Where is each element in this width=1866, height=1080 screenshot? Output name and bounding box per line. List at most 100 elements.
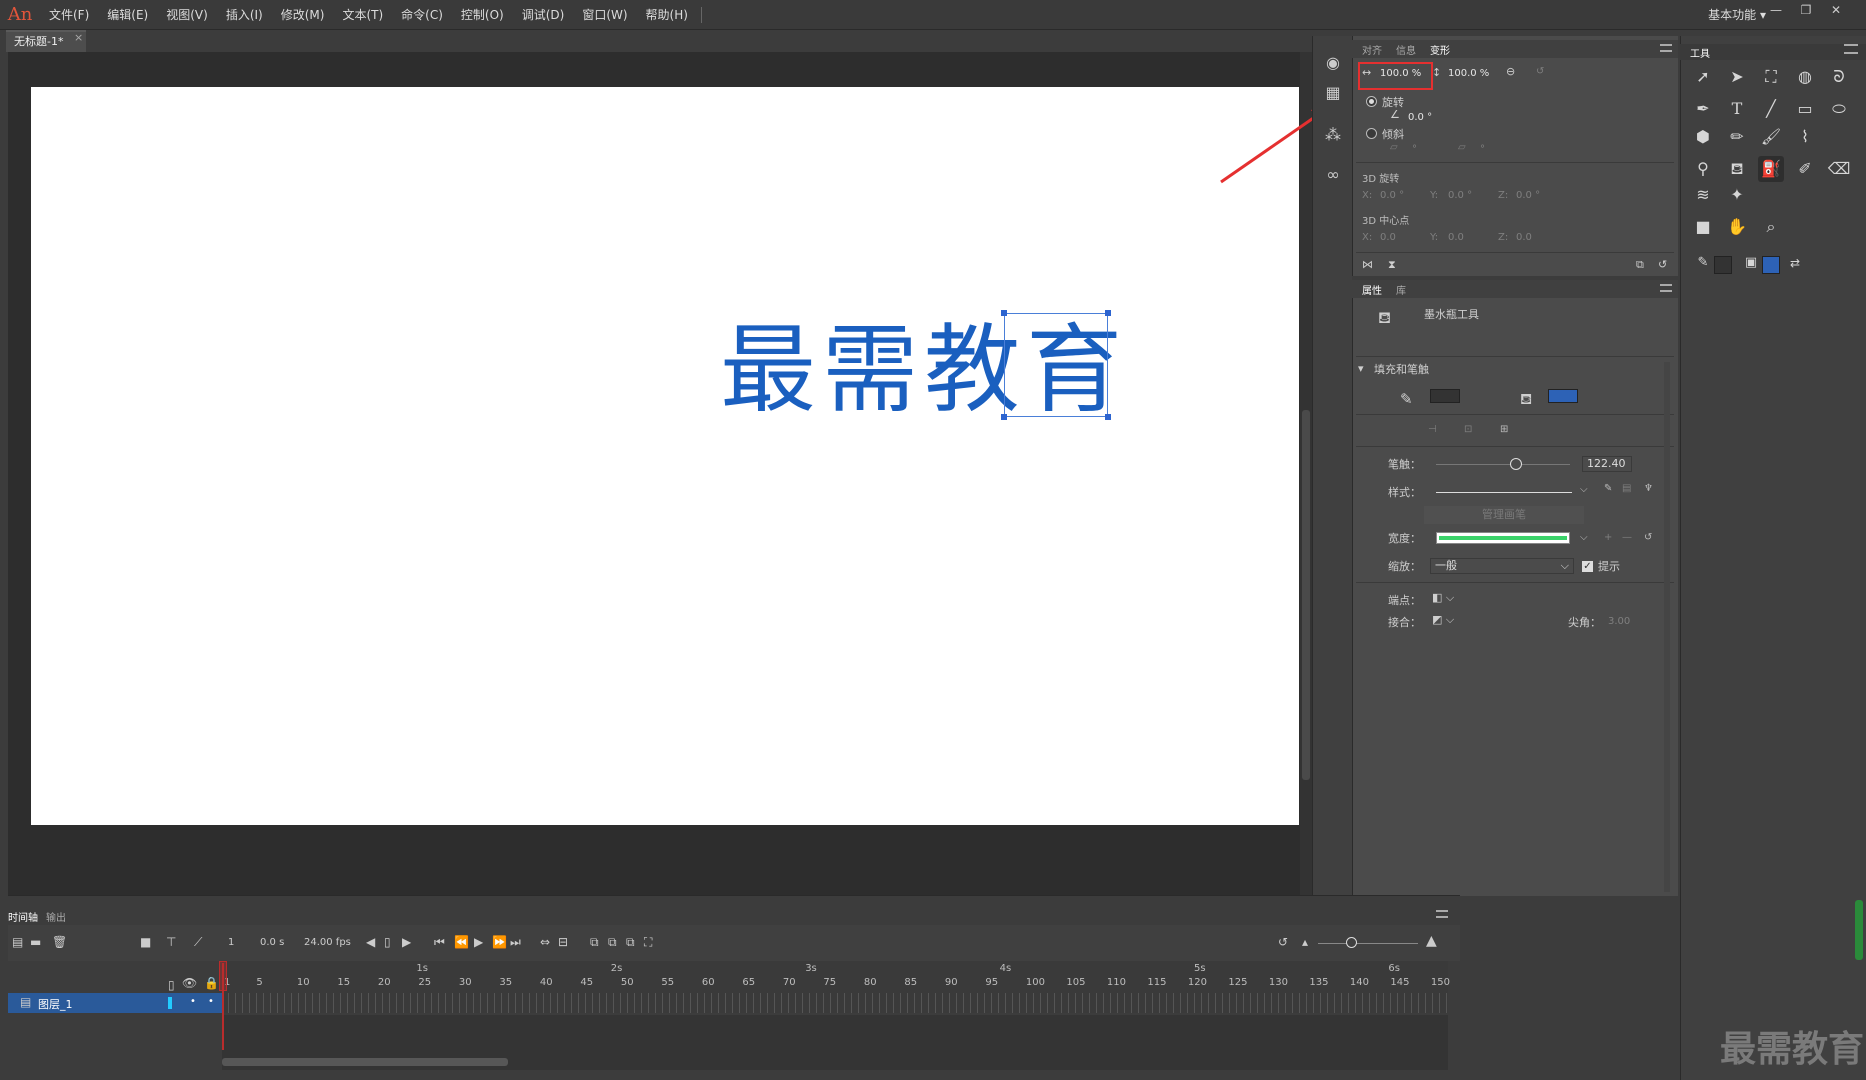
menu-insert[interactable]: 插入(I) (217, 0, 272, 30)
menu-commands[interactable]: 命令(C) (392, 0, 452, 30)
skew-x-value[interactable]: ° (1412, 144, 1417, 155)
layer-name[interactable]: 图层_1 (38, 996, 73, 1012)
selection-handle[interactable] (1105, 414, 1111, 420)
stroke-color-swatch[interactable] (1430, 389, 1460, 403)
reset-zoom-icon[interactable]: ↺ (1278, 935, 1288, 949)
motion-presets-icon[interactable]: ⁂ (1322, 124, 1344, 146)
hand-tool-icon[interactable]: ✋ (1724, 214, 1750, 240)
stage-scroll-thumb[interactable] (1302, 410, 1310, 780)
duplicate-transform-icon[interactable]: ⧉ (1636, 258, 1644, 272)
swatches-panel-icon[interactable]: ▦ (1322, 82, 1344, 104)
onion-markers-icon[interactable]: ⛶ (644, 935, 652, 950)
cap-style-icon[interactable]: ◧ ⌵ (1432, 591, 1454, 605)
prev-frame-icon[interactable]: ⏪ (454, 935, 469, 949)
tab-timeline[interactable]: 时间轴 (8, 909, 38, 924)
polystar-tool-icon[interactable]: ⬢ (1690, 124, 1716, 150)
center-frame-icon[interactable]: ⊟ (558, 935, 568, 949)
selection-handle[interactable] (1001, 310, 1007, 316)
height-scale-field[interactable]: 100.0 % (1448, 68, 1489, 79)
menu-help[interactable]: 帮助(H) (637, 0, 697, 30)
rotate-radio[interactable] (1366, 96, 1377, 107)
menu-text[interactable]: 文本(T) (333, 0, 392, 30)
zoom-out-icon[interactable]: ▴ (1302, 935, 1308, 949)
ink-bottle-tool-icon[interactable]: ⛽ (1758, 156, 1784, 182)
fill-color-swatch[interactable] (1548, 389, 1578, 403)
eraser-tool-icon[interactable]: ⌫ (1826, 156, 1852, 182)
menu-view[interactable]: 视图(V) (157, 0, 217, 30)
layer-visibility-dot[interactable]: • (190, 996, 196, 1007)
menu-modify[interactable]: 修改(M) (272, 0, 334, 30)
layer-color-marker[interactable] (168, 997, 172, 1009)
loop-icon[interactable]: ⇔ (540, 935, 550, 949)
selection-handle[interactable] (1105, 310, 1111, 316)
flip-vertical-icon[interactable]: ⧗ (1388, 258, 1396, 272)
menu-window[interactable]: 窗口(W) (573, 0, 636, 30)
close-tab-icon[interactable]: × (74, 31, 83, 44)
camera-tool-icon[interactable]: ■ (1690, 214, 1716, 240)
paint-brush-tool-icon[interactable]: 🖌 (1758, 124, 1784, 150)
swap-colors-icon[interactable]: ⇄ (1782, 250, 1808, 276)
frame-rate[interactable]: 24.00 fps (304, 937, 351, 948)
timeline-scrollbar[interactable] (222, 1058, 508, 1066)
subselection-tool-icon[interactable]: ➤ (1724, 64, 1750, 90)
minimize-icon[interactable]: — (1762, 0, 1790, 22)
highlight-layer-icon[interactable]: ▯ (168, 978, 175, 992)
center3d-y[interactable]: 0.0 (1448, 232, 1464, 243)
center3d-z[interactable]: 0.0 (1516, 232, 1532, 243)
panel-menu-icon[interactable] (1436, 910, 1448, 918)
brush-tool-icon[interactable]: ⌇ (1792, 124, 1818, 150)
miter-value[interactable]: 3.00 (1608, 616, 1630, 627)
layer-parenting-icon[interactable]: ⊤ (166, 935, 176, 949)
new-folder-icon[interactable]: ▬ (30, 935, 41, 949)
lock-icon[interactable]: 🔒 (204, 976, 219, 990)
menu-file[interactable]: 文件(F) (40, 0, 98, 30)
tab-library[interactable]: 库 (1396, 282, 1406, 297)
step-back-icon[interactable]: ◀ (366, 935, 375, 949)
tool-fill-swatch[interactable] (1762, 256, 1780, 274)
tab-transform[interactable]: 变形 (1430, 42, 1450, 57)
3d-rotation-tool-icon[interactable]: ◍ (1792, 64, 1818, 90)
remove-width-icon[interactable]: — (1622, 532, 1632, 543)
stroke-width-input[interactable]: 122.40 (1582, 456, 1632, 472)
stage-canvas[interactable] (31, 87, 1299, 825)
stroke-slider-track[interactable] (1436, 464, 1570, 465)
timeline-zoom-thumb[interactable] (1346, 937, 1357, 948)
new-layer-icon[interactable]: ▤ (12, 935, 23, 949)
panel-menu-icon[interactable] (1660, 44, 1672, 52)
rotate-value[interactable]: 0.0 ° (1408, 112, 1432, 123)
tab-output[interactable]: 输出 (46, 909, 66, 924)
play-icon[interactable]: ▶ (474, 935, 483, 949)
playhead[interactable] (222, 963, 224, 1050)
layer-lock-dot[interactable]: • (208, 996, 214, 1007)
skew-y-value[interactable]: ° (1480, 144, 1485, 155)
workspace-switcher[interactable]: 基本功能 ▾ (1708, 0, 1766, 30)
menu-edit[interactable]: 编辑(E) (98, 0, 157, 30)
bone-tool-icon[interactable]: ⚲ (1690, 156, 1716, 182)
next-frame-icon[interactable]: ⏩ (492, 935, 507, 949)
edit-multiple-icon[interactable]: ⧉ (626, 935, 635, 950)
color-panel-icon[interactable]: ◉ (1322, 52, 1344, 74)
last-frame-icon[interactable]: ⏭ (510, 935, 521, 950)
elapsed-time[interactable]: 0.0 s (260, 937, 284, 948)
selection-box[interactable] (1004, 313, 1108, 417)
step-forward-icon[interactable]: ▶ (402, 935, 411, 949)
scale-select[interactable]: 一般 ⌵ (1430, 558, 1574, 574)
rotate3d-z[interactable]: 0.0 ° (1516, 190, 1540, 201)
oval-tool-icon[interactable]: ⬭ (1826, 96, 1852, 122)
close-window-icon[interactable]: ✕ (1822, 0, 1850, 22)
manage-brush-button[interactable]: 管理画笔 (1424, 506, 1584, 524)
add-width-icon[interactable]: + (1604, 532, 1612, 543)
tab-align[interactable]: 对齐 (1362, 42, 1382, 57)
zoom-tool-icon[interactable]: ⌕ (1758, 214, 1784, 240)
pen-tool-icon[interactable]: ✒ (1690, 96, 1716, 122)
constrain-link-icon[interactable]: ⊖ (1506, 65, 1515, 78)
section-collapse-icon[interactable]: ▾ (1358, 362, 1364, 375)
width-profile-preview[interactable] (1436, 532, 1570, 544)
fill-stroke-section[interactable]: 填充和笔触 (1374, 361, 1429, 377)
line-tool-icon[interactable]: ╱ (1758, 96, 1784, 122)
edit-style-icon[interactable]: ✎ (1604, 483, 1612, 494)
onion-skin-icon[interactable]: ⧉ (590, 935, 599, 950)
cc-libraries-icon[interactable]: ∞ (1322, 164, 1344, 186)
frame-marker-icon[interactable]: ▯ (384, 935, 391, 949)
zoom-in-icon[interactable]: ▲ (1426, 933, 1437, 949)
